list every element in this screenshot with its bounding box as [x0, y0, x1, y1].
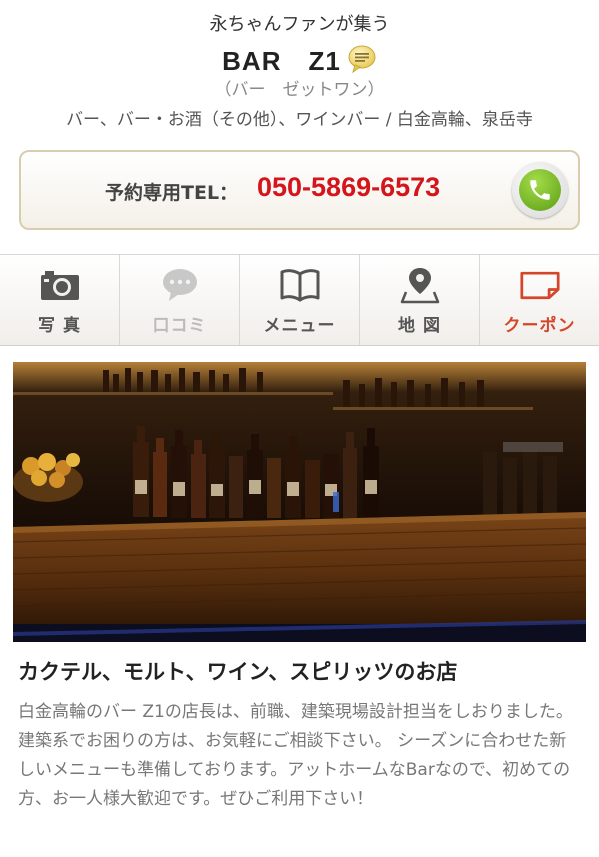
tel-label: 予約専用TEL：: [105, 182, 239, 204]
tab-reviews[interactable]: 口コミ: [120, 255, 240, 345]
shop-name-row: BAR Z1: [0, 42, 599, 76]
tab-map[interactable]: 地 図: [360, 255, 480, 345]
tab-reviews-label: 口コミ: [152, 315, 207, 336]
tab-map-label: 地 図: [398, 315, 441, 336]
speech-bubble-icon: [160, 265, 200, 305]
tab-photos[interactable]: 写 真: [0, 255, 120, 345]
shop-header: 永ちゃんファンが集う BAR Z1 （バー ゼットワン） バー、バー・お酒（その…: [0, 0, 599, 132]
shop-catchphrase: カクテル、モルト、ワイン、スピリッツのお店: [18, 660, 458, 684]
camera-icon: [40, 265, 80, 305]
tab-coupon[interactable]: クーポン: [480, 255, 599, 345]
coupon-icon: [519, 265, 560, 305]
tel-number[interactable]: 050-5869-6573: [257, 172, 440, 203]
shop-reading: （バー ゼットワン）: [214, 80, 385, 100]
tab-photos-label: 写 真: [38, 315, 81, 336]
shop-nav-tabs: 写 真 口コミ メニュー 地 図 クーポン: [0, 254, 599, 346]
bar-interior-photo[interactable]: [13, 362, 586, 642]
call-button[interactable]: [512, 162, 568, 218]
reservation-tel-box[interactable]: 予約専用TEL： 050-5869-6573: [19, 150, 580, 230]
shop-genre-area[interactable]: バー、バー・お酒（その他）、ワインバー / 白金高輪、泉岳寺: [0, 108, 599, 132]
shop-name: BAR Z1: [222, 45, 341, 76]
tab-menu-label: メニュー: [263, 315, 336, 336]
phone-icon: [519, 169, 561, 211]
shop-description: 白金高輪のバー Z1の店長は、前職、建築現場設計担当をしおりました。 建築系でお…: [18, 702, 573, 809]
tab-coupon-label: クーポン: [503, 315, 576, 336]
tab-menu[interactable]: メニュー: [240, 255, 360, 345]
book-icon: [280, 265, 320, 305]
shop-tagline: 永ちゃんファンが集う: [209, 14, 390, 35]
comment-bubble-icon[interactable]: [347, 44, 377, 74]
bar-interior-photo-graphic: [13, 362, 586, 642]
map-pin-icon: [400, 265, 440, 305]
